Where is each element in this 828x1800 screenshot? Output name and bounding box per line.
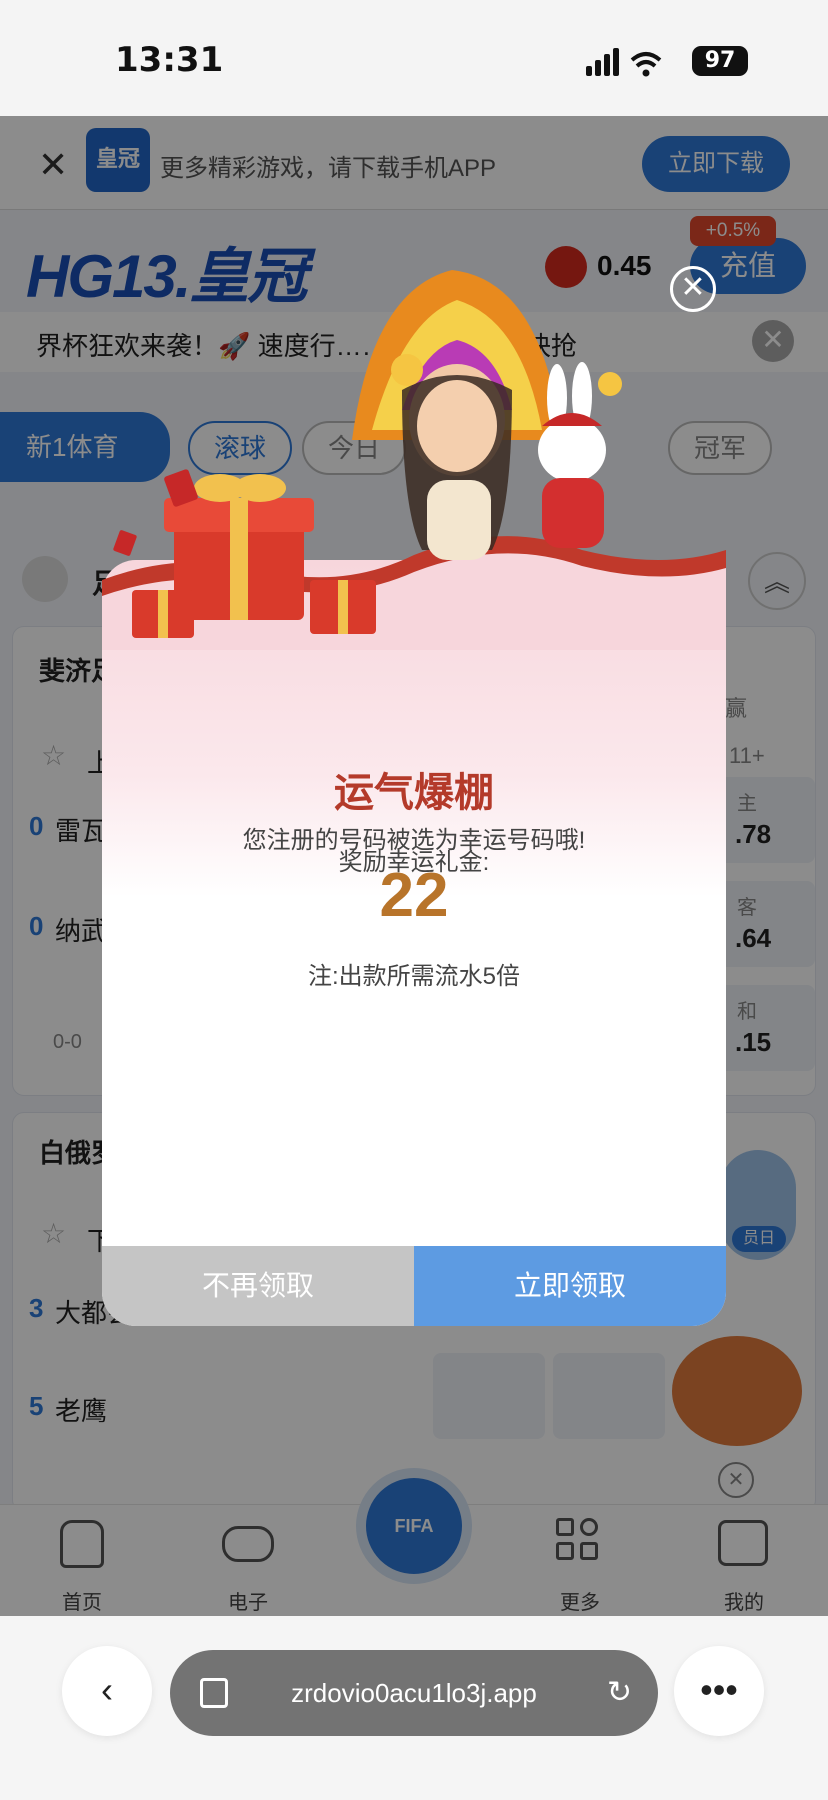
status-bar: 13:31 97 <box>0 0 828 116</box>
battery-indicator: 97 <box>692 46 748 76</box>
address-bar[interactable]: zrdovio0acu1lo3j.app ↻ <box>170 1650 658 1736</box>
browser-toolbar: ‹ zrdovio0acu1lo3j.app ↻ ••• <box>0 1616 828 1800</box>
bonus-amount: 22 <box>379 861 449 930</box>
url-text: zrdovio0acu1lo3j.app <box>291 1678 537 1708</box>
modal-title: 运气爆棚 <box>334 771 494 815</box>
claim-button[interactable]: 立即领取 <box>414 1246 726 1326</box>
reload-icon[interactable]: ↻ <box>607 1650 632 1736</box>
wagering-note: 注:出款所需流水5倍 <box>307 963 520 990</box>
close-modal-icon[interactable]: ✕ <box>670 266 716 312</box>
modal-header-illustration <box>102 270 726 650</box>
back-arrow-icon[interactable]: ‹ <box>62 1646 152 1736</box>
lucky-bonus-modal: 运气爆棚 您注册的号码被选为幸运号码哦! 奖励幸运礼金: 22 注:出款所需流水… <box>102 560 726 1326</box>
decline-button[interactable]: 不再领取 <box>102 1246 414 1326</box>
more-options-icon[interactable]: ••• <box>674 1646 764 1736</box>
signal-wifi-icon <box>586 48 662 77</box>
tabs-icon[interactable] <box>200 1678 228 1708</box>
status-time: 13:31 <box>115 40 224 80</box>
